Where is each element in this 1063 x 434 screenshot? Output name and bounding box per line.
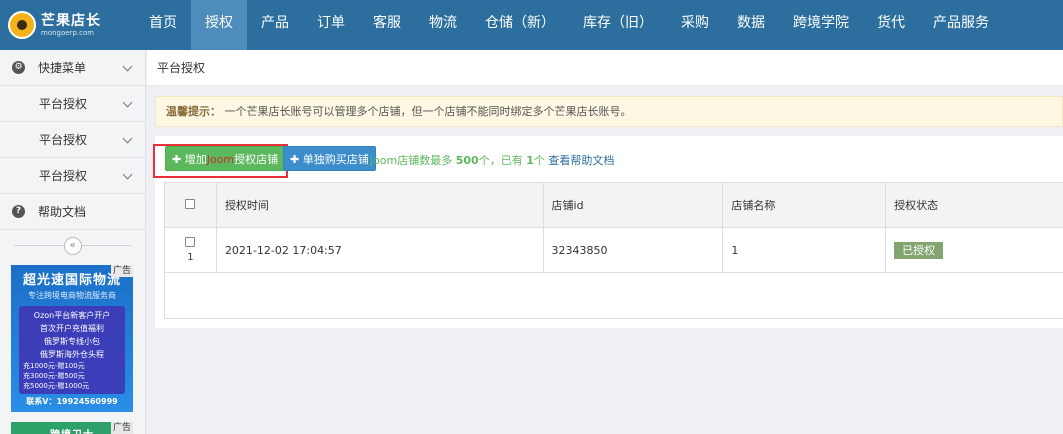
sidebar-item-platform-auth-3[interactable]: 平台授权 [0, 158, 145, 194]
collapse-sidebar-button[interactable]: « [63, 237, 82, 255]
sidebar-item-platform-auth-1[interactable]: 平台授权 [0, 86, 145, 122]
sidebar-collapse-row: « [0, 230, 145, 262]
nav-customer-service[interactable]: 客服 [359, 0, 415, 50]
row-number: 1 [187, 252, 194, 263]
shop-quota-info: joom店铺数最多 500个，已有 1个 查看帮助文档 [370, 152, 614, 168]
nav-authorization[interactable]: 授权 [191, 0, 247, 50]
col-shop-name: 店铺名称 [722, 182, 887, 228]
quota-unit: 个 [533, 154, 549, 167]
select-all-checkbox[interactable] [185, 198, 196, 209]
status-badge: 已授权 [894, 241, 944, 259]
brand-subtitle: mongoerp.com [41, 28, 95, 37]
sidebar-quick-menu-label: 快捷菜单 [38, 61, 87, 75]
mango-logo-icon [8, 11, 36, 39]
chevron-down-icon [122, 169, 133, 180]
nav-academy[interactable]: 跨境学院 [779, 0, 863, 50]
nav-inventory-old[interactable]: 库存（旧） [569, 0, 667, 50]
shop-table: 授权时间 店铺id 店铺名称 授权状态 1 2021-12-02 17:04:5… [164, 182, 1063, 319]
question-circle-icon: ? [12, 205, 25, 218]
add-prefix: 增加 [184, 153, 207, 166]
auth-panel: ✚ 增加Joom授权店铺 ✚ 单独购买店铺 joom店铺数最多 500个，已有 … [153, 136, 1063, 328]
row-checkbox[interactable] [185, 237, 196, 247]
top-navbar: 芒果店长 mongoerp.com 首页 授权 产品 订单 客服 物流 仓储（新… [0, 0, 1063, 50]
ad-tag[interactable]: 广告 [110, 265, 133, 277]
nav-logistics[interactable]: 物流 [415, 0, 471, 50]
sidebar-item-platform-auth-2[interactable]: 平台授权 [0, 122, 145, 158]
col-auth-status: 授权状态 [885, 182, 1063, 228]
ad-offer-box: Ozon平台新客户开户 首次开户充值福利 俄罗斯专线小包 俄罗斯海外仓头程 充1… [19, 306, 125, 394]
nav-freight[interactable]: 货代 [863, 0, 919, 50]
shop-name-cell: 1 [722, 227, 887, 273]
row-select-cell: 1 [164, 227, 217, 273]
ad-price: 充3000元-赠500元 [23, 372, 85, 380]
empty-cell [164, 272, 1063, 319]
table-header-row: 授权时间 店铺id 店铺名称 授权状态 [164, 182, 1063, 228]
nav-product-services[interactable]: 产品服务 [919, 0, 1003, 50]
gear-icon: ⚙ [12, 61, 25, 74]
plus-icon: ✚ [172, 153, 182, 166]
ad-price: 充5000元-赠1000元 [23, 382, 90, 390]
notice-text: 一个芒果店长账号可以管理多个店铺，但一个店铺不能同时绑定多个芒果店长账号。 [224, 105, 632, 118]
ad-line: 首次开户充值福利 [40, 324, 104, 333]
quota-have: 1 [526, 154, 534, 167]
ad-price: 充1000元-赠100元 [23, 362, 85, 370]
shop-id-cell: 32343850 [542, 227, 724, 273]
ad-subtitle: 专注跨境电商物流服务商 [28, 291, 116, 300]
nav-data[interactable]: 数据 [723, 0, 779, 50]
table-row: 1 2021-12-02 17:04:57 32343850 1 已授权 [164, 227, 1063, 273]
auth-time-cell: 2021-12-02 17:04:57 [215, 227, 544, 273]
brand-logo[interactable]: 芒果店长 mongoerp.com [0, 0, 135, 50]
nav-home[interactable]: 首页 [135, 0, 191, 50]
buy-shop-button[interactable]: ✚ 单独购买店铺 [283, 146, 376, 171]
add-suffix: 授权店铺 [234, 153, 279, 166]
ad-tag[interactable]: 广告 [110, 422, 133, 434]
ad-line: 俄罗斯海外仓头程 [40, 350, 104, 359]
sidebar-quick-menu[interactable]: ⚙ 快捷菜单 [0, 50, 145, 86]
sidebar: ⚙ 快捷菜单 平台授权 平台授权 平台授权 ? 帮助文档 « 广告 超光速国际物… [0, 50, 146, 434]
nav-orders[interactable]: 订单 [303, 0, 359, 50]
sidebar-item-label: 平台授权 [39, 169, 88, 183]
quota-max: 500 [455, 154, 479, 167]
nav-purchasing[interactable]: 采购 [667, 0, 723, 50]
col-auth-time: 授权时间 [215, 182, 544, 228]
main-content: 平台授权 温馨提示： 一个芒果店长账号可以管理多个店铺，但一个店铺不能同时绑定多… [147, 50, 1063, 434]
table-empty-row [164, 272, 1063, 319]
quota-mid: 个，已有 [478, 154, 527, 167]
buy-label: 单独购买店铺 [302, 153, 369, 166]
sidebar-help-label: 帮助文档 [38, 205, 87, 219]
ad-line: Ozon平台新客户开户 [33, 311, 111, 320]
add-joom-shop-button[interactable]: ✚ 增加Joom授权店铺 [165, 146, 286, 171]
notice-label: 温馨提示： [166, 105, 221, 118]
plus-icon: ✚ [290, 153, 300, 166]
add-platform: Joom [206, 153, 235, 166]
ad-line: 俄罗斯专线小包 [44, 337, 100, 346]
nav-products[interactable]: 产品 [247, 0, 303, 50]
col-shop-id: 店铺id [542, 182, 724, 228]
help-doc-link[interactable]: 查看帮助文档 [548, 154, 614, 167]
nav-warehouse-new[interactable]: 仓储（新） [471, 0, 569, 50]
chevron-down-icon [122, 61, 133, 72]
quota-prefix: joom店铺数最多 [370, 154, 456, 167]
brand-title: 芒果店长 [41, 12, 101, 29]
sidebar-item-label: 平台授权 [39, 133, 88, 147]
breadcrumb: 平台授权 [147, 50, 1063, 86]
auth-status-cell: 已授权 [885, 227, 1063, 273]
notice-banner: 温馨提示： 一个芒果店长账号可以管理多个店铺，但一个店铺不能同时绑定多个芒果店长… [155, 96, 1063, 127]
ad-banner-logistics[interactable]: 广告 超光速国际物流 专注跨境电商物流服务商 Ozon平台新客户开户 首次开户充… [11, 265, 133, 412]
sidebar-item-label: 平台授权 [39, 97, 88, 111]
select-all-cell [164, 182, 217, 228]
ad-contact: 联系V：19924560999 [26, 397, 118, 406]
main-nav: 首页 授权 产品 订单 客服 物流 仓储（新） 库存（旧） 采购 数据 跨境学院… [135, 0, 1003, 50]
ad-banner-second[interactable]: 广告 跨境卫士 [11, 422, 133, 434]
chevron-down-icon [122, 133, 133, 144]
sidebar-help-docs[interactable]: ? 帮助文档 [0, 194, 145, 230]
chevron-down-icon [122, 97, 133, 108]
